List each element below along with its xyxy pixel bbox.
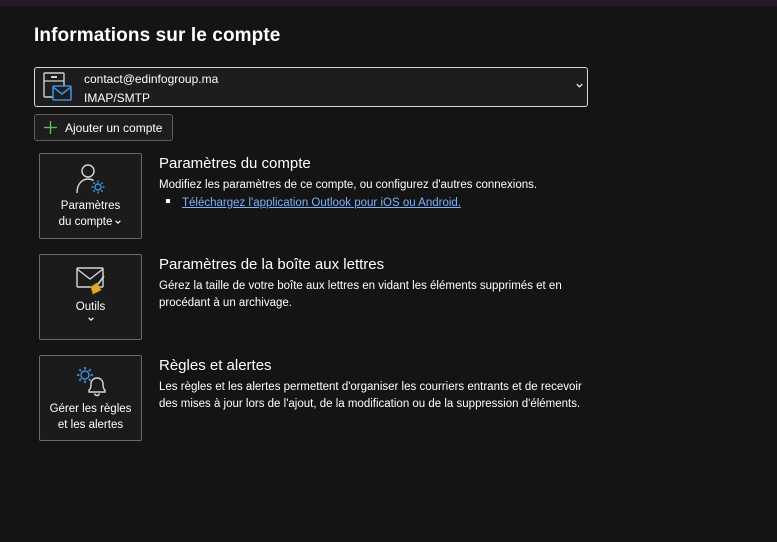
outlook-mobile-link[interactable]: Téléchargez l'application Outlook pour i… bbox=[182, 197, 461, 209]
window-top-bar bbox=[0, 0, 777, 6]
bullet bbox=[166, 198, 170, 203]
page-title: Informations sur le compte bbox=[34, 25, 281, 46]
mail-server-icon bbox=[43, 72, 72, 101]
rules-alerts-title: Règles et alertes bbox=[159, 357, 272, 374]
plus-icon bbox=[44, 121, 57, 134]
account-selector[interactable]: contact@edinfogroup.ma IMAP/SMTP bbox=[34, 67, 588, 107]
gear-bell-icon bbox=[76, 367, 106, 397]
tile-label-line1: Paramètres bbox=[60, 200, 121, 212]
manage-rules-button[interactable]: Gérer les règles et les alertes bbox=[39, 355, 142, 441]
tile-label-line2: et les alertes bbox=[57, 419, 124, 431]
account-email: contact@edinfogroup.ma bbox=[84, 72, 219, 86]
tools-button[interactable]: Outils bbox=[39, 254, 142, 340]
mailbox-settings-description: Gérez la taille de votre boîte aux lettr… bbox=[159, 280, 562, 309]
tile-label-line1: Outils bbox=[75, 301, 106, 313]
mailbox-settings-title: Paramètres de la boîte aux lettres bbox=[159, 256, 385, 273]
chevron-down-icon bbox=[576, 83, 583, 88]
rules-alerts-description: Les règles et les alertes permettent d'o… bbox=[159, 381, 582, 410]
user-gear-icon bbox=[75, 164, 104, 194]
account-type: IMAP/SMTP bbox=[84, 91, 151, 105]
account-settings-description: Modifiez les paramètres de ce compte, ou… bbox=[159, 179, 538, 191]
add-account-label: Ajouter un compte bbox=[65, 121, 163, 135]
chevron-down-icon bbox=[115, 220, 122, 224]
add-account-button[interactable]: Ajouter un compte bbox=[34, 114, 173, 141]
account-settings-title: Paramètres du compte bbox=[159, 155, 311, 172]
tile-label-line2: du compte bbox=[58, 216, 113, 228]
chevron-down-icon bbox=[87, 317, 94, 321]
account-settings-button[interactable]: Paramètres du compte bbox=[39, 153, 142, 239]
outlook-mobile-link-row: Téléchargez l'application Outlook pour i… bbox=[166, 197, 461, 209]
tile-label-line1: Gérer les règles bbox=[49, 403, 132, 415]
mail-broom-icon bbox=[75, 267, 105, 295]
